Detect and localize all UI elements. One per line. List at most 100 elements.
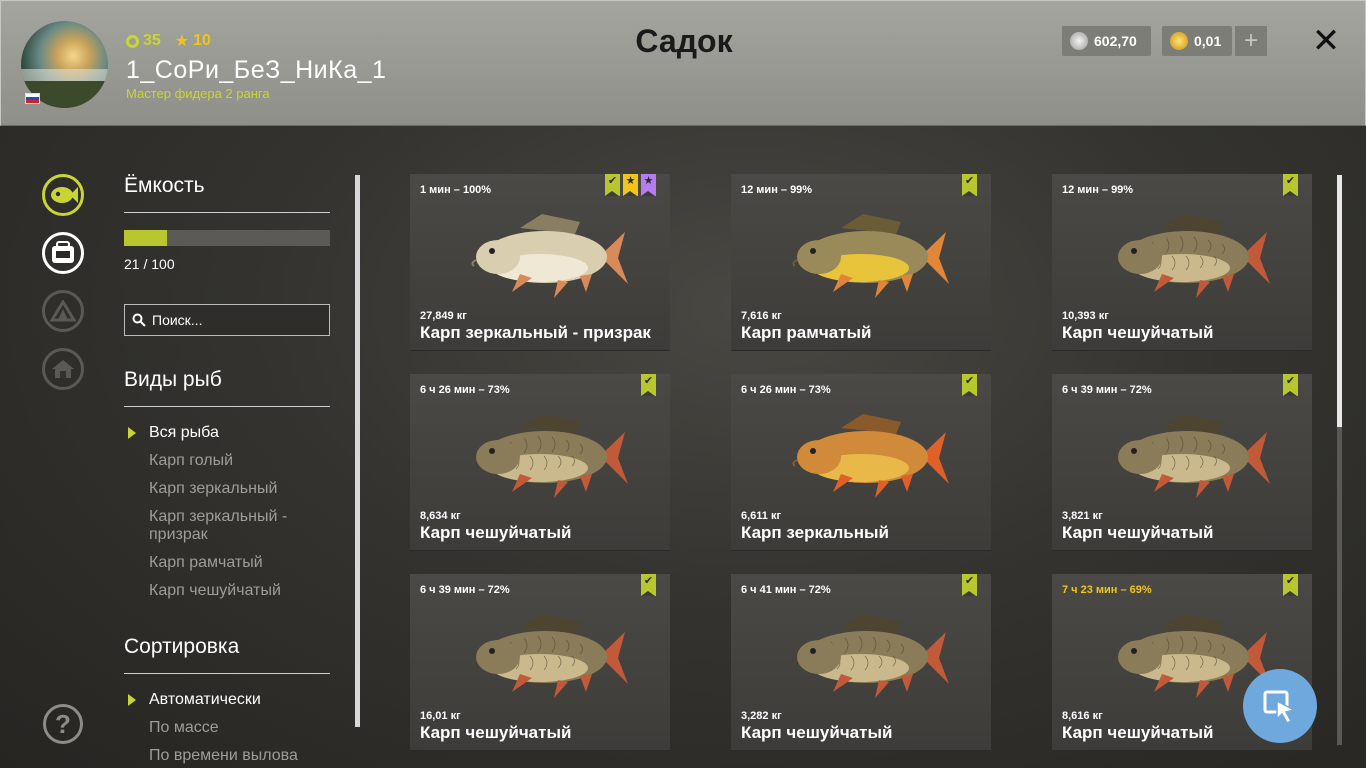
fish-weight: 3,282 кг <box>741 710 782 722</box>
sort-option[interactable]: По времени вылова <box>149 747 324 765</box>
search-icon <box>132 313 146 327</box>
catch-time: 6 ч 41 мин – 72% <box>741 584 831 596</box>
sort-option[interactable]: Автоматически <box>149 691 324 709</box>
fish-weight: 6,611 кг <box>741 510 782 522</box>
catch-time: 6 ч 39 мин – 72% <box>1062 384 1152 396</box>
trophy-badge-icon: ★ <box>641 174 656 196</box>
species-filter-item[interactable]: Карп голый <box>149 452 324 470</box>
badges: ✔ <box>1283 174 1298 196</box>
catch-time: 7 ч 23 мин – 69% <box>1062 584 1152 596</box>
badges: ✔ ★ ★ <box>605 174 656 196</box>
check-badge-icon: ✔ <box>1283 574 1298 596</box>
catch-time: 12 мин – 99% <box>741 184 813 196</box>
user-title: Мастер фидера 2 ранга <box>126 86 270 101</box>
fish-card[interactable]: 6 ч 26 мин – 73% 6,611 кг Карп зеркальны… <box>731 374 991 551</box>
fish-name: Карп рамчатый <box>741 323 872 342</box>
home-icon[interactable] <box>42 348 84 390</box>
fish-weight: 3,821 кг <box>1062 510 1103 522</box>
badges: ✔ <box>962 374 977 396</box>
badges: ✔ <box>1283 374 1298 396</box>
catch-time: 6 ч 39 мин – 72% <box>420 584 510 596</box>
add-gold-button[interactable]: + <box>1235 26 1267 56</box>
sidebar-scrollbar[interactable] <box>355 175 360 727</box>
divider <box>124 212 330 213</box>
username: 1_СоРи_БеЗ_НиКа_1 <box>126 56 387 84</box>
fish-image <box>1092 402 1272 507</box>
check-badge-icon: ✔ <box>962 574 977 596</box>
fish-image <box>771 602 951 707</box>
fish-weight: 8,616 кг <box>1062 710 1103 722</box>
check-badge-icon: ✔ <box>962 174 977 196</box>
fish-name: Карп чешуйчатый <box>1062 723 1214 742</box>
profile-header: 35 ★ 10 1_СоРи_БеЗ_НиКа_1 Мастер фидера 2… <box>0 0 1366 126</box>
badges: ✔ <box>962 574 977 596</box>
catch-time: 6 ч 26 мин – 73% <box>420 384 510 396</box>
badges: ✔ <box>641 374 656 396</box>
fish-name: Карп зеркальный - призрак <box>420 323 651 342</box>
capacity-text: 21 / 100 <box>124 256 175 272</box>
close-button[interactable]: ✕ <box>1311 24 1341 58</box>
fish-card[interactable]: 12 мин – 99% 7,616 кг Карп рамчатый ✔ <box>731 174 991 351</box>
silver-balance[interactable]: 602,70 <box>1062 26 1151 56</box>
species-title: Виды рыб <box>124 368 222 391</box>
badges: ✔ <box>1283 574 1298 596</box>
fish-card[interactable]: 1 мин – 100% 27,849 кг Карп зеркальный -… <box>410 174 670 351</box>
species-filter-item[interactable]: Карп чешуйчатый <box>149 582 324 600</box>
flag-icon <box>25 93 40 104</box>
species-filter-item[interactable]: Карп зеркальный <box>149 480 324 498</box>
fish-name: Карп чешуйчатый <box>1062 323 1214 342</box>
species-filter-item[interactable]: Карп зеркальный - призрак <box>149 508 324 544</box>
fish-weight: 10,393 кг <box>1062 310 1109 322</box>
fish-image <box>450 602 630 707</box>
silver-coin-icon <box>1070 32 1088 50</box>
divider <box>124 406 330 407</box>
fish-card[interactable]: 6 ч 41 мин – 72% 3,282 кг Карп чешуйчаты… <box>731 574 991 751</box>
capacity-title: Ёмкость <box>124 174 205 197</box>
fish-card[interactable]: 12 мин – 99% 10,393 кг Карп чешуйчатый ✔ <box>1052 174 1312 351</box>
fish-image <box>450 402 630 507</box>
sort-option[interactable]: По массе <box>149 719 324 737</box>
fish-weight: 8,634 кг <box>420 510 461 522</box>
check-badge-icon: ✔ <box>1283 174 1298 196</box>
catch-time: 6 ч 26 мин – 73% <box>741 384 831 396</box>
fish-name: Карп чешуйчатый <box>741 723 893 742</box>
catch-time: 1 мин – 100% <box>420 184 492 196</box>
gold-coin-icon <box>1170 32 1188 50</box>
cursor-icon <box>1263 690 1297 724</box>
species-filter-item[interactable]: Карп рамчатый <box>149 554 324 572</box>
search-placeholder: Поиск... <box>152 312 203 328</box>
gold-balance[interactable]: 0,01 <box>1162 26 1232 56</box>
capacity-bar <box>124 230 330 246</box>
fish-card[interactable]: 6 ч 26 мин – 73% 8,634 кг Карп чешуйчаты… <box>410 374 670 551</box>
fish-card[interactable]: 6 ч 39 мин – 72% 3,821 кг Карп чешуйчаты… <box>1052 374 1312 551</box>
fish-weight: 7,616 кг <box>741 310 782 322</box>
check-badge-icon: ✔ <box>641 374 656 396</box>
fish-image <box>771 402 951 507</box>
check-badge-icon: ✔ <box>1283 374 1298 396</box>
fish-icon[interactable] <box>42 174 84 216</box>
check-badge-icon: ✔ <box>962 374 977 396</box>
fish-name: Карп чешуйчатый <box>420 723 572 742</box>
star-badge-icon: ★ <box>623 174 638 196</box>
divider <box>124 673 330 674</box>
fish-weight: 27,849 кг <box>420 310 467 322</box>
help-button[interactable]: ? <box>43 704 83 744</box>
catch-time: 12 мин – 99% <box>1062 184 1134 196</box>
fish-name: Карп чешуйчатый <box>420 523 572 542</box>
cursor-mode-button[interactable] <box>1243 669 1317 743</box>
search-input[interactable]: Поиск... <box>124 304 330 336</box>
tent-icon[interactable] <box>42 290 84 332</box>
species-filter-item[interactable]: Вся рыба <box>149 424 324 442</box>
selected-marker-icon <box>128 694 136 706</box>
grid-scrollbar[interactable] <box>1337 175 1342 745</box>
fish-name: Карп чешуйчатый <box>1062 523 1214 542</box>
check-badge-icon: ✔ <box>641 574 656 596</box>
capacity-fill <box>124 230 168 246</box>
badges: ✔ <box>962 174 977 196</box>
fish-card[interactable]: 6 ч 39 мин – 72% 16,01 кг Карп чешуйчаты… <box>410 574 670 751</box>
cooler-icon[interactable] <box>42 232 84 274</box>
sort-title: Сортировка <box>124 635 240 658</box>
selected-marker-icon <box>128 427 136 439</box>
badges: ✔ <box>641 574 656 596</box>
grid-scrollbar-thumb[interactable] <box>1337 175 1342 427</box>
